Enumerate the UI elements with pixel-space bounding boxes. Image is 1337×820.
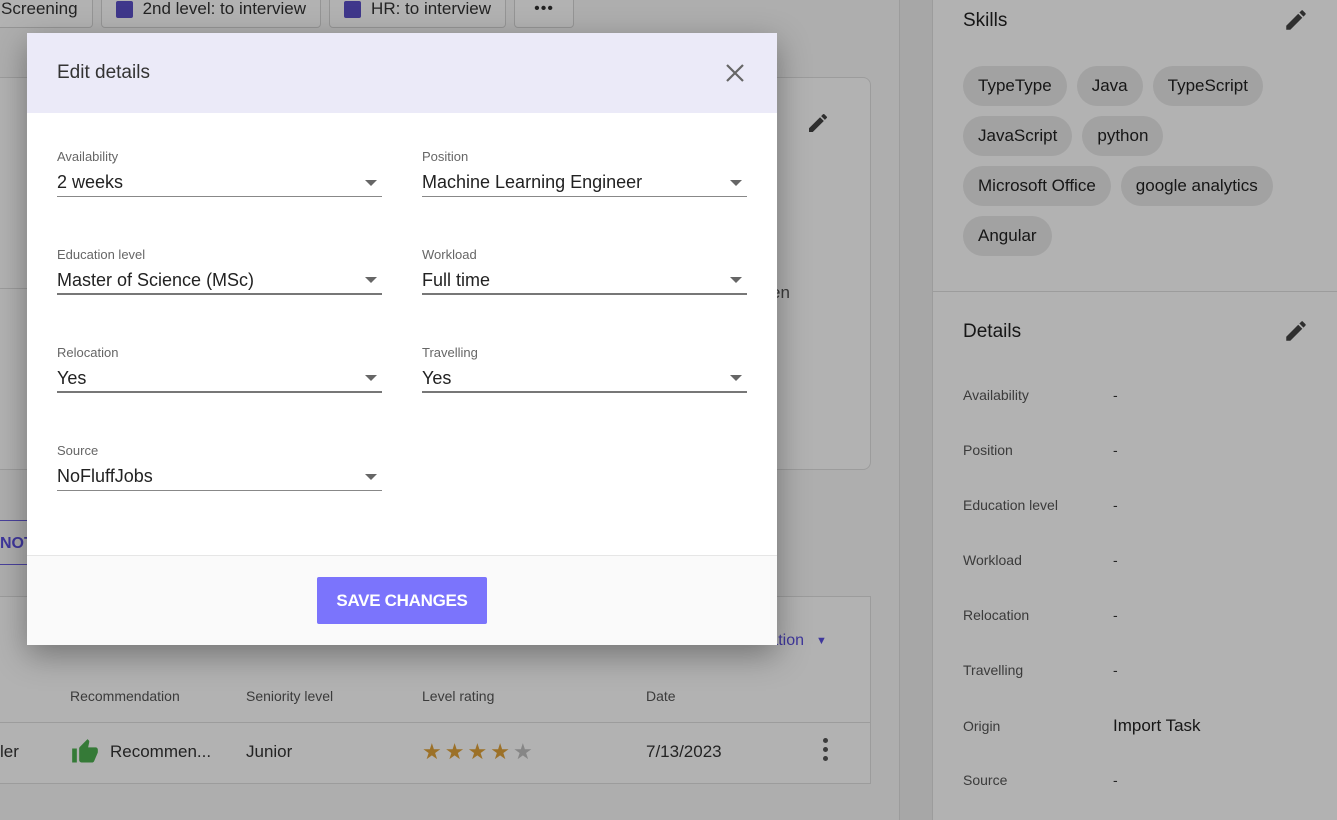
availability-label: Availability [57,149,119,164]
workload-select[interactable]: Full time [422,267,747,295]
edit-details-dialog: Edit details Availability 2 weeks Positi… [27,33,777,645]
position-value: Machine Learning Engineer [422,172,643,192]
relocation-label: Relocation [57,345,119,360]
dropdown-arrow-icon [730,375,742,381]
source-label: Source [57,443,99,458]
dialog-footer: SAVE CHANGES [27,555,777,645]
dialog-header: Edit details [27,33,777,113]
availability-field: Availability 2 weeks [57,149,382,197]
workload-value: Full time [422,269,491,290]
source-field: Source NoFluffJobs [57,443,382,491]
dialog-title: Edit details [57,62,150,83]
close-icon[interactable] [723,61,747,85]
position-label: Position [422,149,469,164]
dropdown-arrow-icon [365,473,377,480]
dropdown-arrow-icon [365,277,377,283]
education-level-label: Education level [57,247,146,262]
position-field: Position Machine Learning Engineer [422,149,747,197]
relocation-field: Relocation Yes [57,345,382,393]
workload-field: Workload Full time [422,247,747,295]
availability-value: 2 weeks [57,172,124,192]
dropdown-arrow-icon [365,179,377,186]
dropdown-arrow-icon [730,179,742,186]
travelling-select[interactable]: Yes [422,365,747,393]
availability-select[interactable]: 2 weeks [57,169,382,197]
travelling-label: Travelling [422,345,478,360]
source-select[interactable]: NoFluffJobs [57,463,382,491]
dropdown-arrow-icon [365,375,377,381]
position-select[interactable]: Machine Learning Engineer [422,169,747,197]
education-level-value: Master of Science (MSc) [57,269,255,290]
source-value: NoFluffJobs [57,466,153,486]
education-level-field: Education level Master of Science (MSc) [57,247,382,295]
travelling-field: Travelling Yes [422,345,747,393]
dialog-body: Availability 2 weeks Position Machine Le… [27,113,777,555]
travelling-value: Yes [422,367,452,388]
dropdown-arrow-icon [730,277,742,283]
relocation-select[interactable]: Yes [57,365,382,393]
education-level-select[interactable]: Master of Science (MSc) [57,267,382,295]
workload-label: Workload [422,247,477,262]
relocation-value: Yes [57,367,87,388]
save-changes-button[interactable]: SAVE CHANGES [317,577,487,624]
